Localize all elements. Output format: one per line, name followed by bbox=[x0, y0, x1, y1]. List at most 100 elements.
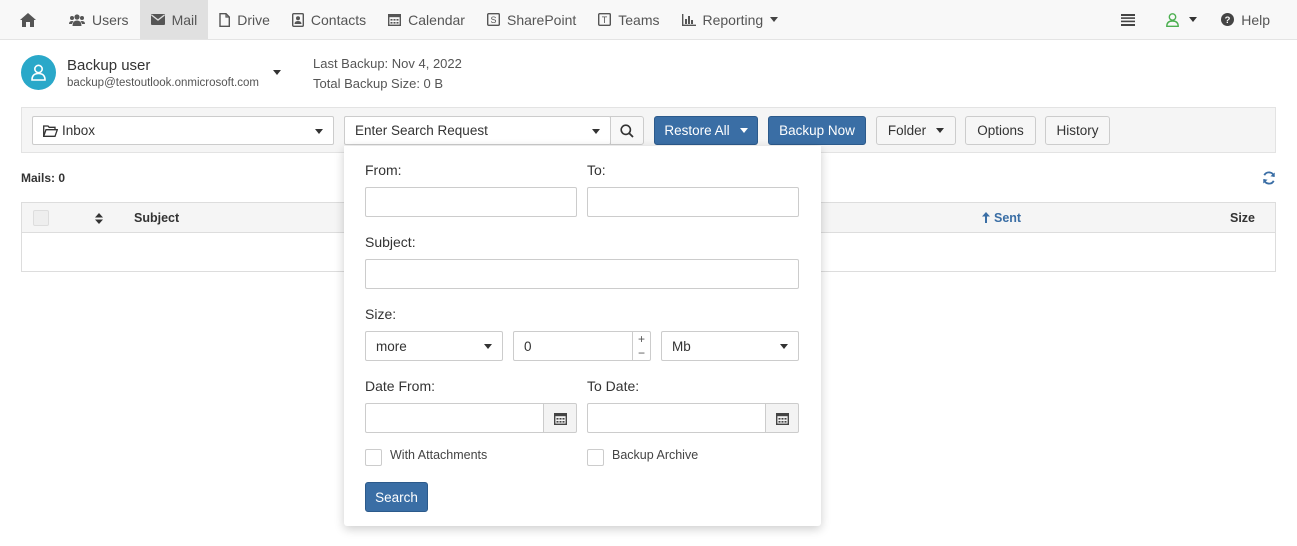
top-navbar: Users Mail Drive Contacts Calendar S Sha… bbox=[0, 0, 1297, 40]
nav-reporting[interactable]: Reporting bbox=[671, 0, 790, 39]
nav-contacts-label: Contacts bbox=[310, 11, 367, 28]
user-icon bbox=[1166, 12, 1180, 27]
with-attachments-checkbox[interactable] bbox=[365, 449, 382, 466]
chevron-down-icon bbox=[484, 344, 492, 349]
nav-drive-label: Drive bbox=[237, 11, 270, 28]
size-unit-value: Mb bbox=[672, 338, 691, 354]
options-button[interactable]: Options bbox=[965, 116, 1036, 145]
calendar-icon bbox=[388, 14, 402, 26]
nav-help[interactable]: ? Help bbox=[1211, 0, 1297, 39]
column-subject[interactable]: Subject bbox=[134, 211, 179, 225]
chevron-down-icon bbox=[315, 129, 323, 134]
nav-sharepoint-label: SharePoint bbox=[506, 11, 577, 28]
options-label: Options bbox=[977, 123, 1024, 138]
nav-sharepoint[interactable]: S SharePoint bbox=[476, 0, 587, 39]
column-size[interactable]: Size bbox=[1230, 211, 1255, 225]
nav-contacts[interactable]: Contacts bbox=[281, 0, 377, 39]
size-compare-value: more bbox=[376, 338, 407, 354]
nav-teams-label: Teams bbox=[618, 11, 660, 28]
sort-icon[interactable] bbox=[95, 212, 103, 227]
to-label: To: bbox=[587, 162, 606, 178]
backup-now-button[interactable]: Backup Now bbox=[768, 116, 866, 145]
home-icon bbox=[20, 12, 36, 27]
to-date-input[interactable] bbox=[587, 403, 766, 433]
search-button[interactable] bbox=[610, 116, 644, 145]
nav-user-menu[interactable] bbox=[1156, 0, 1211, 39]
user-switch-caret-icon[interactable] bbox=[273, 70, 281, 75]
increment-icon[interactable]: + bbox=[633, 332, 650, 346]
from-label: From: bbox=[365, 162, 402, 178]
search-request-placeholder: Enter Search Request bbox=[355, 123, 488, 138]
size-stepper[interactable]: + − bbox=[632, 331, 650, 361]
date-from-picker[interactable] bbox=[543, 403, 577, 433]
from-input[interactable] bbox=[365, 187, 577, 217]
chevron-down-icon bbox=[592, 129, 600, 134]
contact-card-icon bbox=[291, 12, 304, 27]
folder-select[interactable]: Inbox bbox=[32, 116, 334, 145]
users-icon bbox=[69, 13, 85, 26]
calendar-icon bbox=[553, 412, 567, 425]
sharepoint-icon: S bbox=[486, 13, 500, 26]
date-from-input[interactable] bbox=[365, 403, 544, 433]
user-name: Backup user bbox=[67, 57, 151, 74]
size-unit-select[interactable]: Mb bbox=[661, 331, 799, 361]
user-email: backup@testoutlook.onmicrosoft.com bbox=[67, 77, 259, 89]
nav-calendar-label: Calendar bbox=[408, 11, 465, 28]
history-label: History bbox=[1056, 123, 1099, 138]
history-button[interactable]: History bbox=[1045, 116, 1110, 145]
folder-button-label: Folder bbox=[887, 123, 927, 138]
nav-users[interactable]: Users bbox=[58, 0, 140, 39]
refresh-button[interactable] bbox=[1262, 171, 1276, 188]
nav-drive[interactable]: Drive bbox=[208, 0, 281, 39]
search-request-select[interactable]: Enter Search Request bbox=[344, 116, 611, 145]
search-submit-button[interactable]: Search bbox=[365, 482, 428, 512]
nav-reporting-label: Reporting bbox=[702, 11, 764, 28]
refresh-icon bbox=[1263, 171, 1275, 185]
teams-icon: T bbox=[598, 13, 612, 26]
column-sent-label: Sent bbox=[994, 211, 1022, 225]
restore-all-button[interactable]: Restore All bbox=[654, 116, 758, 145]
nav-mail[interactable]: Mail bbox=[139, 0, 209, 39]
date-from-label: Date From: bbox=[365, 378, 436, 394]
select-all-checkbox[interactable] bbox=[33, 210, 49, 226]
size-compare-select[interactable]: more bbox=[365, 331, 503, 361]
envelope-icon bbox=[150, 14, 165, 25]
sharepoint-glyph: S bbox=[490, 15, 496, 25]
folder-button[interactable]: Folder bbox=[876, 116, 956, 145]
search-submit-label: Search bbox=[375, 489, 418, 505]
decrement-icon[interactable]: − bbox=[633, 346, 650, 360]
nav-home[interactable] bbox=[0, 0, 58, 39]
avatar bbox=[21, 55, 56, 90]
chevron-down-icon bbox=[780, 344, 788, 349]
to-date-label: To Date: bbox=[587, 378, 640, 394]
backup-archive-checkbox[interactable] bbox=[587, 449, 604, 466]
nav-users-label: Users bbox=[92, 11, 129, 28]
nav-teams[interactable]: T Teams bbox=[587, 0, 670, 39]
nav-mail-label: Mail bbox=[171, 11, 198, 28]
mails-count: Mails: 0 bbox=[21, 171, 66, 185]
backup-archive-label[interactable]: Backup Archive bbox=[612, 448, 698, 462]
to-input[interactable] bbox=[587, 187, 799, 217]
to-date-picker[interactable] bbox=[765, 403, 799, 433]
size-label: Size: bbox=[365, 306, 397, 322]
subject-label: Subject: bbox=[365, 234, 416, 250]
bar-chart-icon bbox=[681, 13, 696, 26]
with-attachments-label[interactable]: With Attachments bbox=[390, 448, 487, 462]
size-value-input[interactable]: 0 + − bbox=[513, 331, 651, 361]
question-circle-icon: ? bbox=[1221, 13, 1235, 26]
folder-select-value: Inbox bbox=[62, 123, 96, 138]
total-backup-size: Total Backup Size: 0 B bbox=[313, 76, 444, 91]
folder-open-icon bbox=[43, 124, 58, 137]
chevron-down-icon bbox=[770, 17, 779, 22]
nav-calendar[interactable]: Calendar bbox=[377, 0, 476, 39]
backup-now-label: Backup Now bbox=[779, 123, 855, 138]
teams-glyph: T bbox=[602, 15, 608, 25]
size-value: 0 bbox=[524, 338, 532, 354]
arrow-up-icon bbox=[982, 212, 990, 223]
last-backup: Last Backup: Nov 4, 2022 bbox=[313, 56, 462, 71]
nav-menu-toggle[interactable] bbox=[1107, 0, 1156, 39]
column-sent[interactable]: Sent bbox=[982, 211, 1021, 225]
file-icon bbox=[219, 12, 231, 27]
subject-input[interactable] bbox=[365, 259, 799, 289]
list-icon bbox=[1121, 13, 1136, 26]
